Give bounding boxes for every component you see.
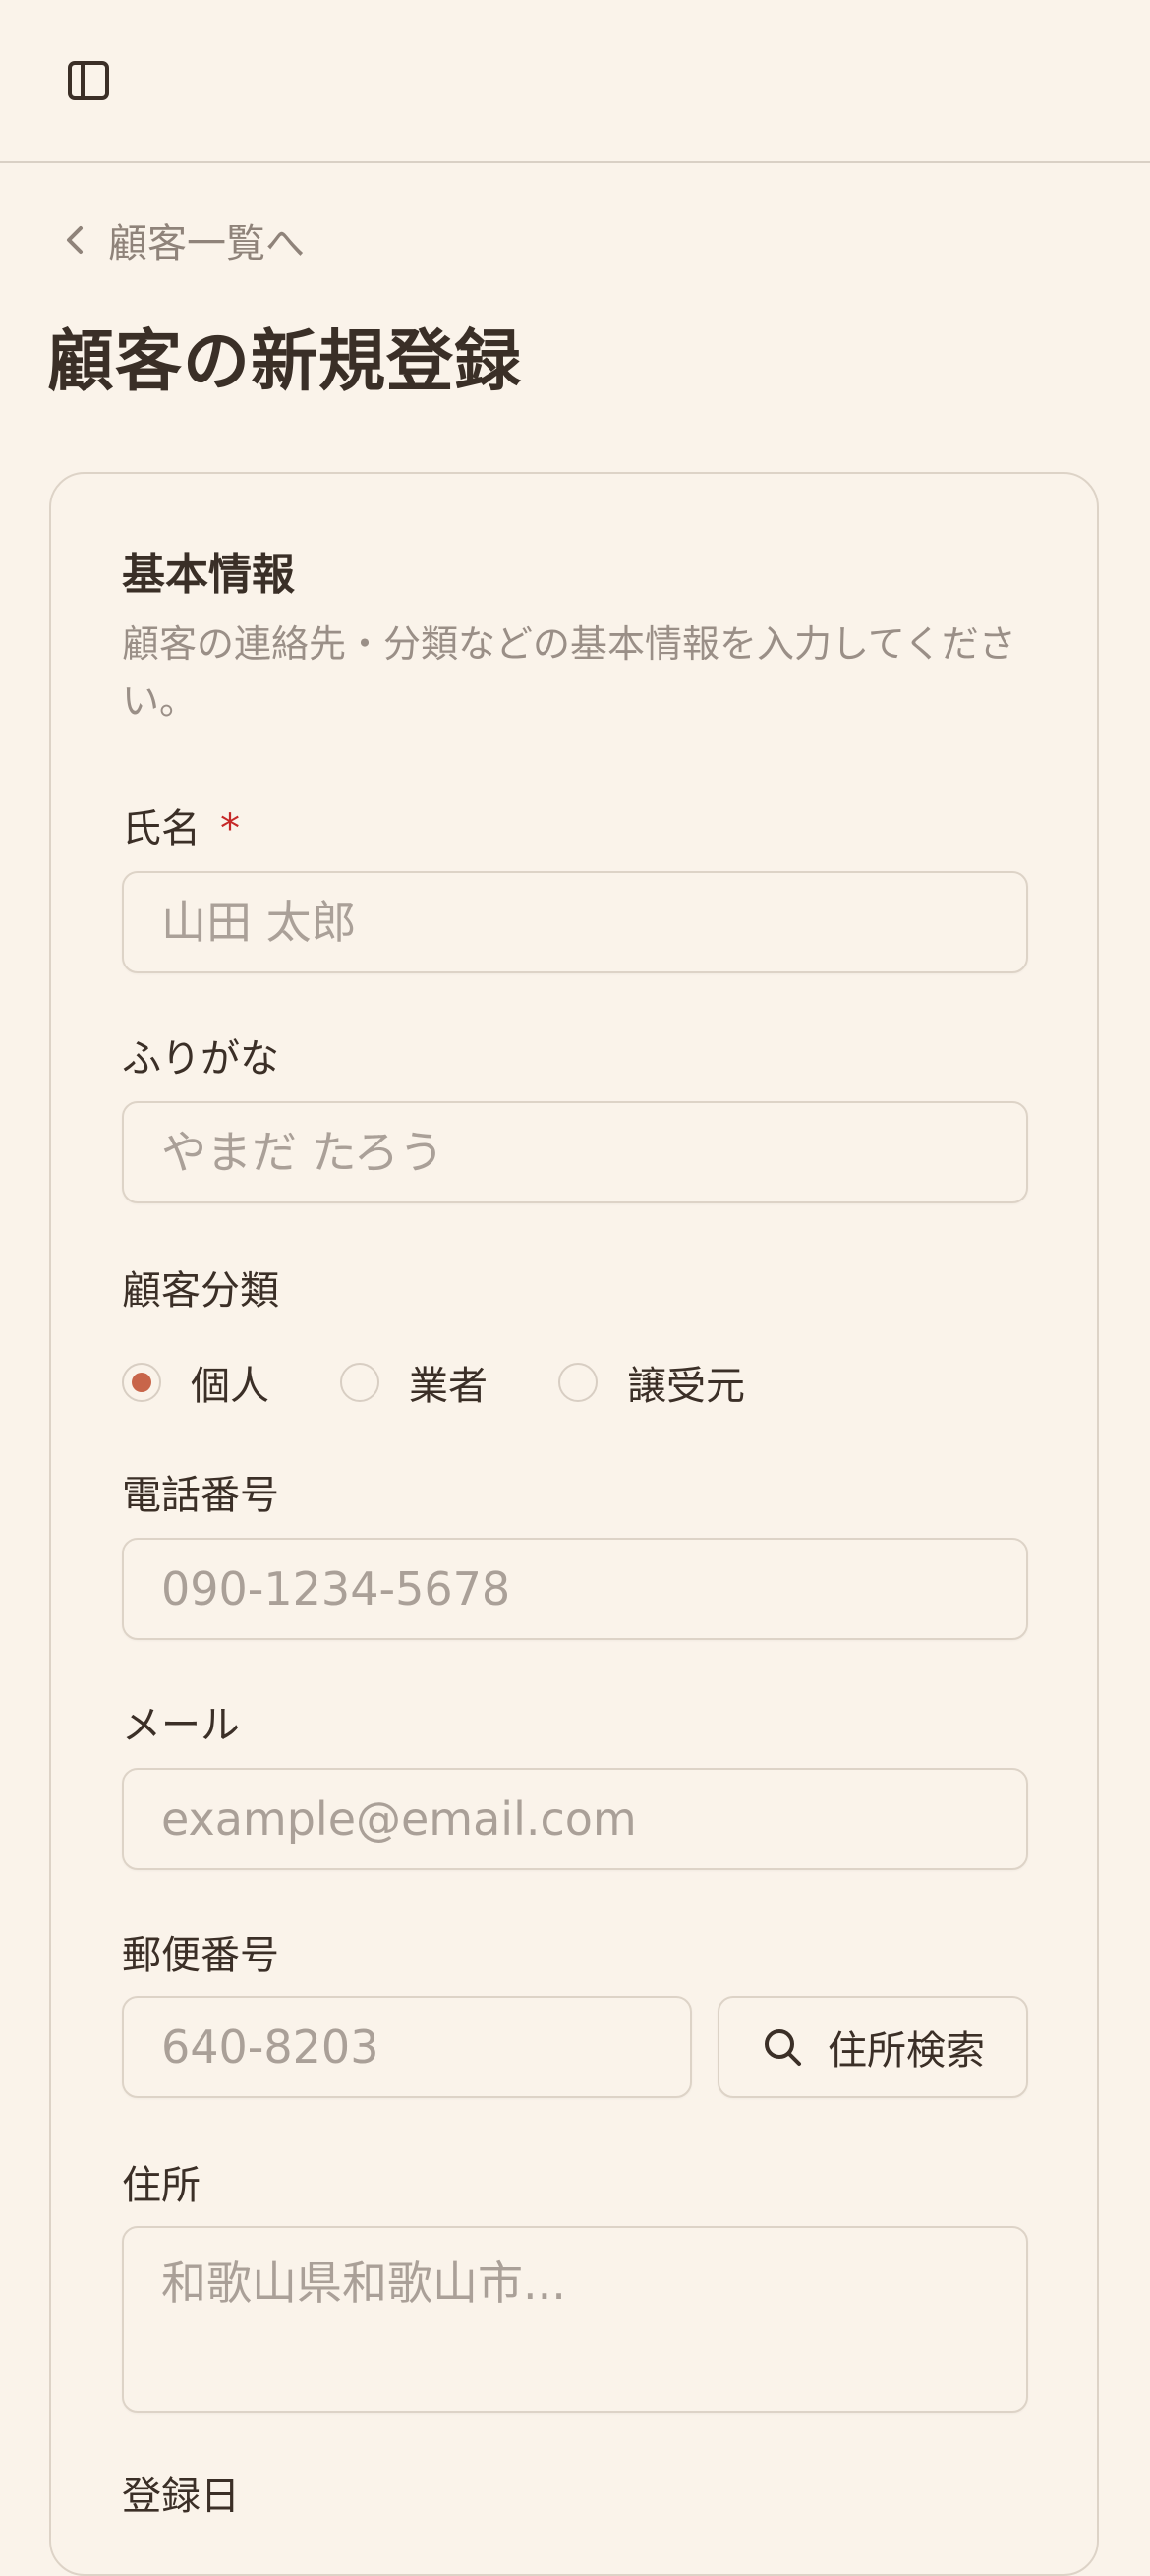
name-input[interactable] [122,871,1028,973]
phone-label: 電話番号 [122,1473,279,1518]
radio-circle [340,1363,379,1402]
page-title: 顧客の新規登録 [47,323,523,401]
name-label: 氏名 * [122,806,240,851]
section-title: 基本情報 [122,550,295,600]
radio-label: 個人 [191,1364,269,1409]
address-search-label: 住所検索 [828,2028,985,2074]
registered-date-label: 登録日 [122,2474,240,2519]
address-label: 住所 [122,2163,201,2208]
sidebar-toggle-icon [68,61,109,104]
section-description: 顧客の連絡先・分類などの基本情報を入力してください。 [122,622,1016,723]
furigana-input[interactable] [122,1101,1028,1203]
phone-input[interactable] [122,1538,1028,1640]
radio-label: 業者 [409,1364,488,1409]
radio-transferor[interactable]: 譲受元 [558,1354,745,1411]
furigana-label: ふりがな [122,1036,279,1082]
category-label: 顧客分類 [122,1268,279,1314]
sidebar-toggle-button[interactable] [63,59,114,106]
back-to-customer-list-link[interactable]: 顧客一覧へ [55,210,305,269]
address-textarea[interactable] [122,2226,1028,2413]
chevron-left-icon [55,220,94,260]
address-search-button[interactable]: 住所検索 [718,1996,1028,2098]
radio-circle-selected [122,1363,161,1402]
radio-business[interactable]: 業者 [340,1354,488,1411]
radio-circle [558,1363,598,1402]
postal-input[interactable] [122,1996,692,2098]
category-radio-group: 個人 業者 譲受元 [122,1353,816,1412]
back-link-label: 顧客一覧へ [108,221,305,266]
email-input[interactable] [122,1768,1028,1870]
radio-individual[interactable]: 個人 [122,1354,269,1411]
postal-label: 郵便番号 [122,1933,279,1978]
search-icon [761,2025,804,2069]
radio-label: 譲受元 [627,1364,745,1409]
top-bar [0,0,1150,163]
email-label: メール [122,1703,240,1748]
required-mark: * [220,806,240,851]
